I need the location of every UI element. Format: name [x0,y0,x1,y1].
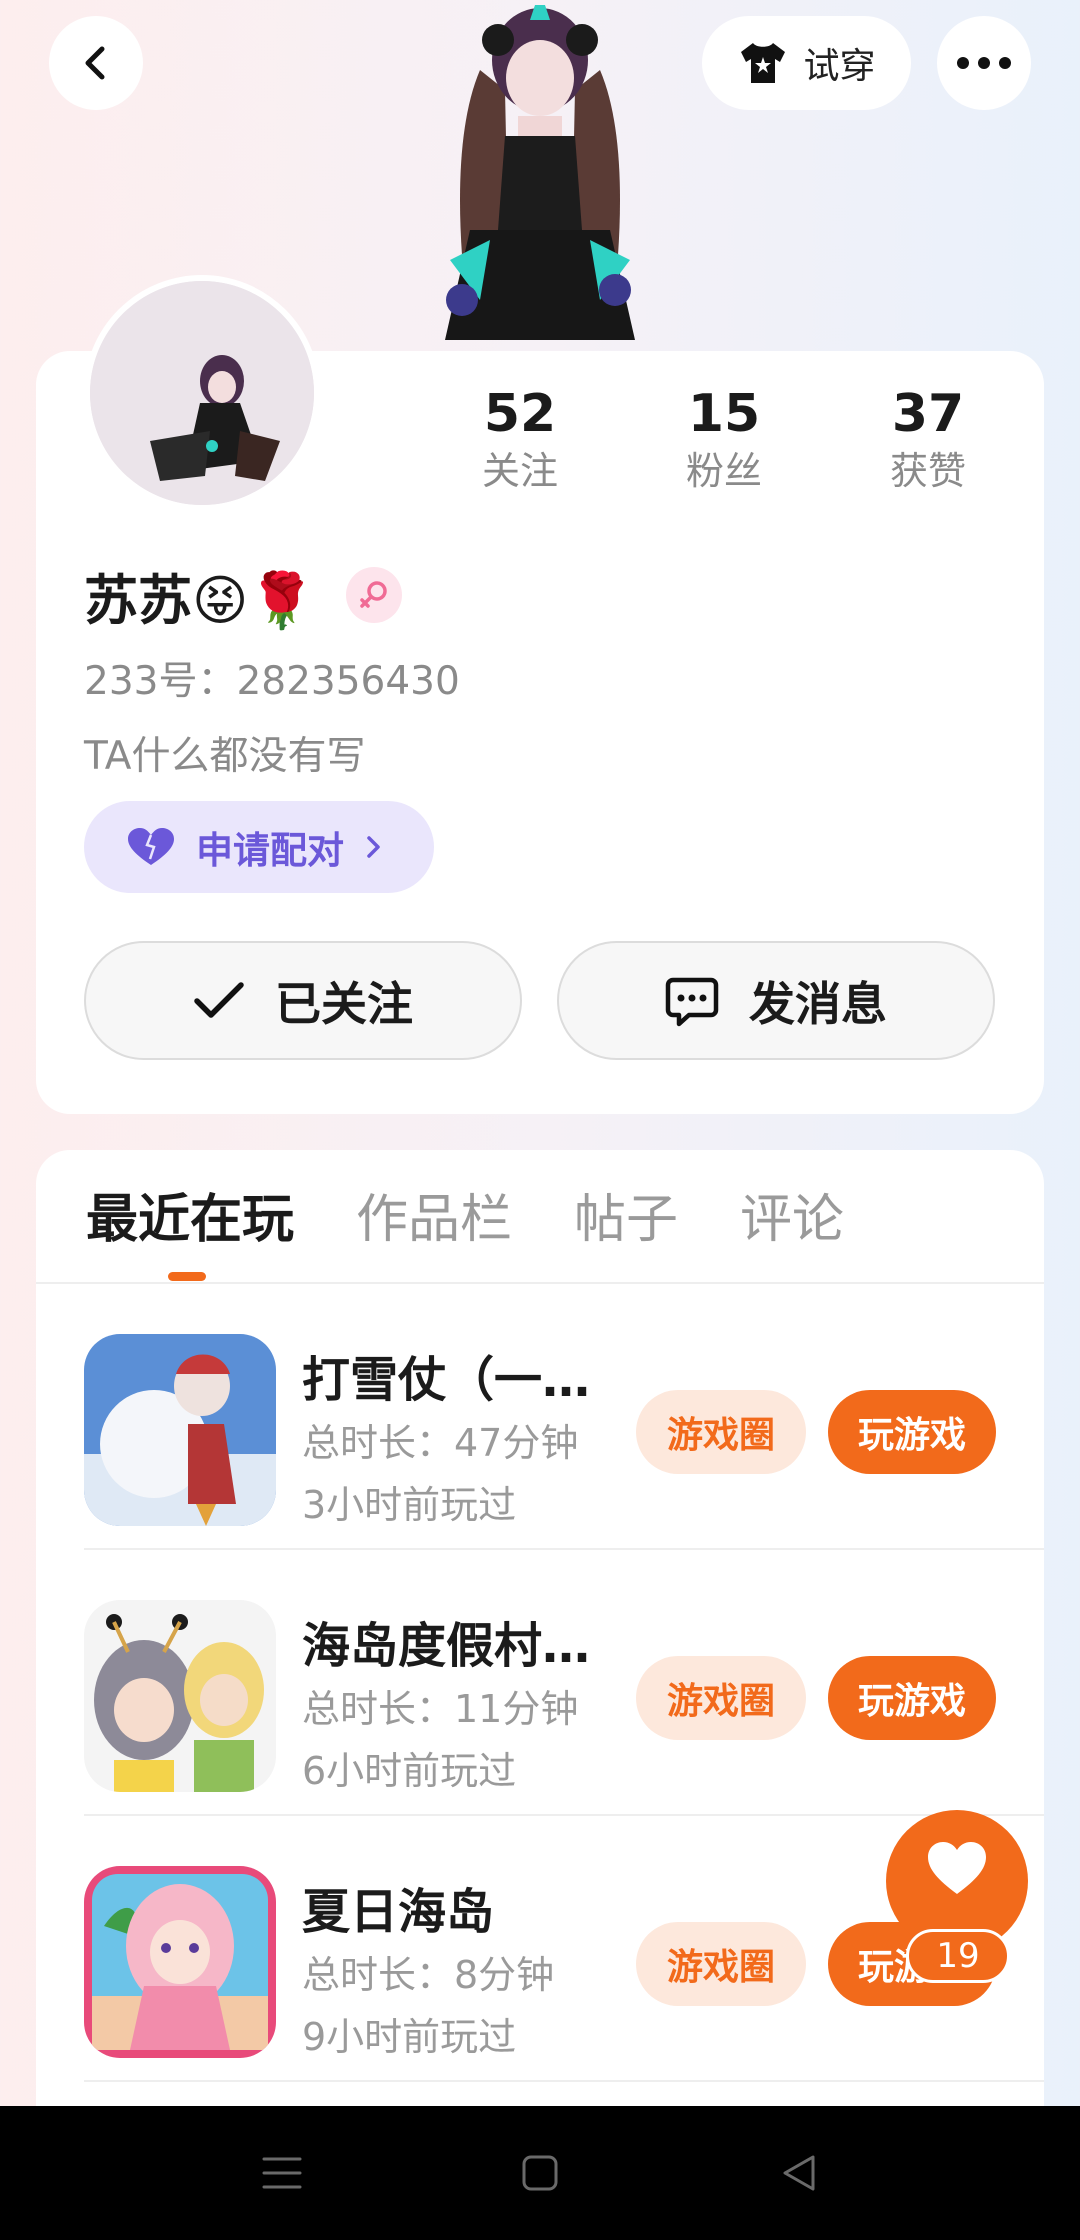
home-icon[interactable] [510,2148,570,2198]
heart-pair-icon [128,828,174,865]
avatar-image [90,281,314,505]
check-icon [194,981,244,1018]
active-tab-indicator [168,1272,206,1281]
game-last-played: 6小时前玩过 [302,1749,517,1793]
heart-icon [928,1842,986,1894]
bio: TA什么都没有写 [84,734,366,779]
more-options-button[interactable] [937,16,1031,110]
likes-label: 获赞 [889,449,966,493]
followed-button[interactable]: 已关注 [84,941,522,1060]
request-pair-button[interactable]: 申请配对 [84,801,434,893]
character-avatar-image[interactable] [410,0,670,352]
game-duration: 总时长：11分钟 [302,1687,579,1731]
chevron-left-icon [85,46,105,80]
nickname-row: 苏苏😝🌹 [84,560,402,632]
play-game-button[interactable]: 玩游戏 [828,1390,996,1474]
tab-comments[interactable]: 评论 [740,1180,844,1260]
game-row[interactable]: 打雪仗（一… 总时长：47分钟 3小时前玩过 游戏圈 玩游戏 [84,1284,1044,1550]
try-on-button[interactable]: 试穿 [702,16,911,110]
request-pair-label: 申请配对 [196,829,344,872]
likes-stat[interactable]: 37 获赞 [848,383,1008,497]
game-circle-button[interactable]: 游戏圈 [636,1656,806,1740]
game-last-played: 9小时前玩过 [302,2015,517,2059]
game-title: 海岛度假村… [302,1618,591,1674]
tab-bar: 最近在玩 作品栏 帖子 评论 [86,1180,844,1260]
send-message-button[interactable]: 发消息 [557,941,995,1060]
send-message-label: 发消息 [749,976,887,1031]
play-game-button[interactable]: 玩游戏 [828,1656,996,1740]
game-title: 夏日海岛 [302,1884,495,1940]
chat-bubble-icon [665,977,719,1026]
following-count: 52 [483,384,557,444]
likes-count: 37 [891,384,965,444]
game-row[interactable]: 海岛度假村… 总时长：11分钟 6小时前玩过 游戏圈 玩游戏 [84,1550,1044,1816]
game-duration: 总时长：8分钟 [302,1953,555,1997]
tab-works[interactable]: 作品栏 [356,1180,512,1260]
nickname: 苏苏😝🌹 [84,568,316,632]
menu-icon[interactable] [252,2148,312,2198]
followers-label: 粉丝 [685,449,762,493]
game-duration: 总时长：47分钟 [302,1421,579,1465]
game-icon-summer-island[interactable] [84,1866,276,2058]
user-id: 233号：282356430 [84,659,460,704]
followed-label: 已关注 [275,976,413,1031]
game-icon-island-resort[interactable] [84,1600,276,1792]
followers-count: 15 [687,384,761,444]
more-dots-icon [957,57,1011,69]
followers-stat[interactable]: 15 粉丝 [644,383,804,497]
system-navigation-bar [0,2106,1080,2240]
back-button[interactable] [49,16,143,110]
avatar[interactable] [84,275,320,511]
game-icon-snowball[interactable] [84,1334,276,1526]
row-divider [84,2080,1044,2082]
female-gender-icon [345,567,402,623]
tshirt-icon [741,43,786,83]
tab-recently-played[interactable]: 最近在玩 [86,1180,294,1260]
back-triangle-icon[interactable] [768,2148,828,2198]
tab-posts[interactable]: 帖子 [574,1180,678,1260]
stats-row: 52 关注 15 粉丝 37 获赞 [440,383,1040,503]
game-last-played: 3小时前玩过 [302,1483,517,1527]
game-title: 打雪仗（一… [302,1352,591,1408]
like-count-badge: 19 [906,1929,1010,1983]
following-stat[interactable]: 52 关注 [440,383,600,497]
game-circle-button[interactable]: 游戏圈 [636,1922,806,2006]
following-label: 关注 [481,449,558,493]
chevron-right-icon [367,836,380,858]
try-on-label: 试穿 [803,46,876,87]
game-circle-button[interactable]: 游戏圈 [636,1390,806,1474]
